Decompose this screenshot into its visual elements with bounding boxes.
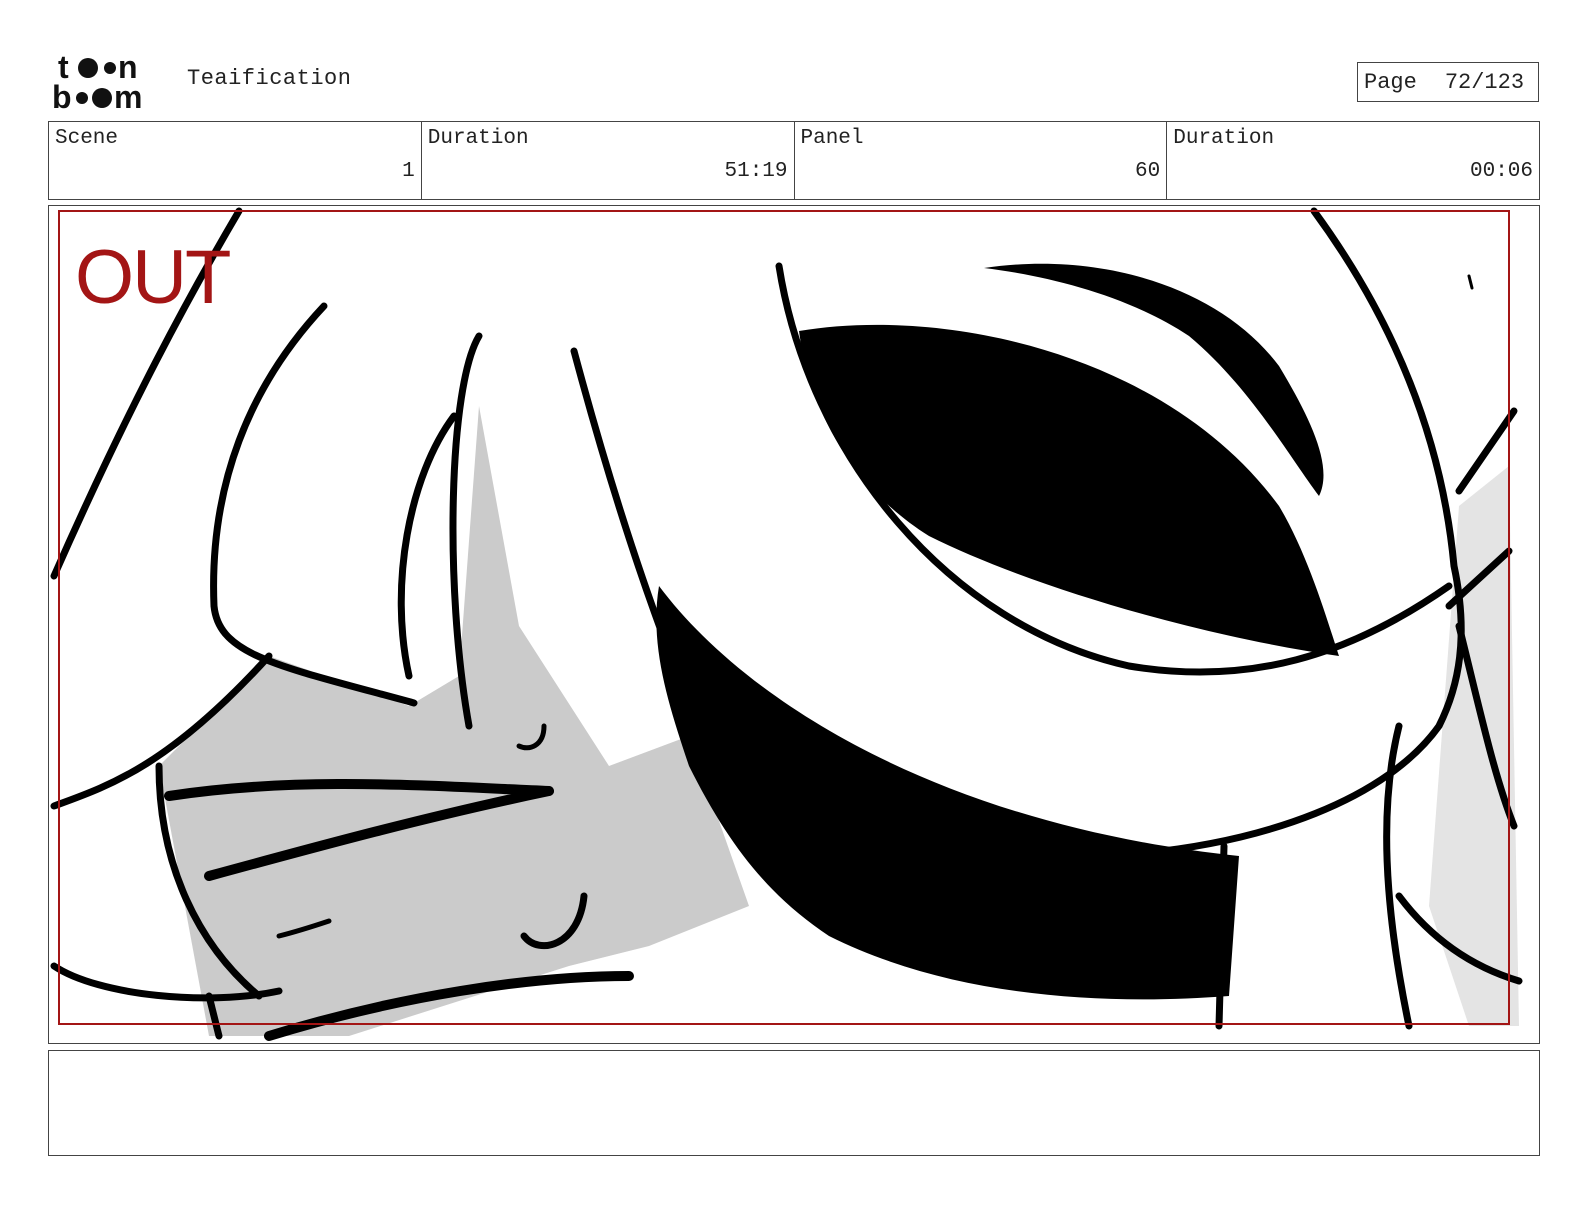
project-title: Teaification — [187, 66, 352, 91]
scene-duration-label: Duration — [427, 127, 529, 150]
panel-cell: Panel 60 — [795, 122, 1168, 199]
notes-box[interactable] — [48, 1050, 1540, 1156]
toonboom-logo: t n b m — [52, 50, 142, 112]
panel-duration-cell: Duration 00:06 — [1167, 122, 1539, 199]
panel-label: Panel — [800, 127, 864, 150]
scene-duration-cell: Duration 51:19 — [422, 122, 795, 199]
scene-duration-value: 51:19 — [724, 160, 788, 183]
storyboard-panel: OUT — [48, 205, 1540, 1044]
scene-label: Scene — [55, 127, 119, 150]
info-row: Scene 1 Duration 51:19 Panel 60 Duration… — [48, 121, 1540, 200]
svg-text:b: b — [52, 79, 72, 112]
svg-text:m: m — [114, 79, 142, 112]
panel-duration-value: 00:06 — [1469, 160, 1533, 183]
camera-out-label: OUT — [75, 235, 231, 320]
panel-duration-label: Duration — [1173, 127, 1275, 150]
panel-value: 60 — [1135, 160, 1161, 183]
scene-cell: Scene 1 — [49, 122, 422, 199]
scene-value: 1 — [402, 160, 415, 183]
sketch-drawing — [50, 207, 1523, 1041]
page-value: 72/123 — [1444, 69, 1525, 95]
page-indicator: Page 72/123 — [1357, 62, 1539, 102]
page-label: Page — [1364, 69, 1417, 95]
